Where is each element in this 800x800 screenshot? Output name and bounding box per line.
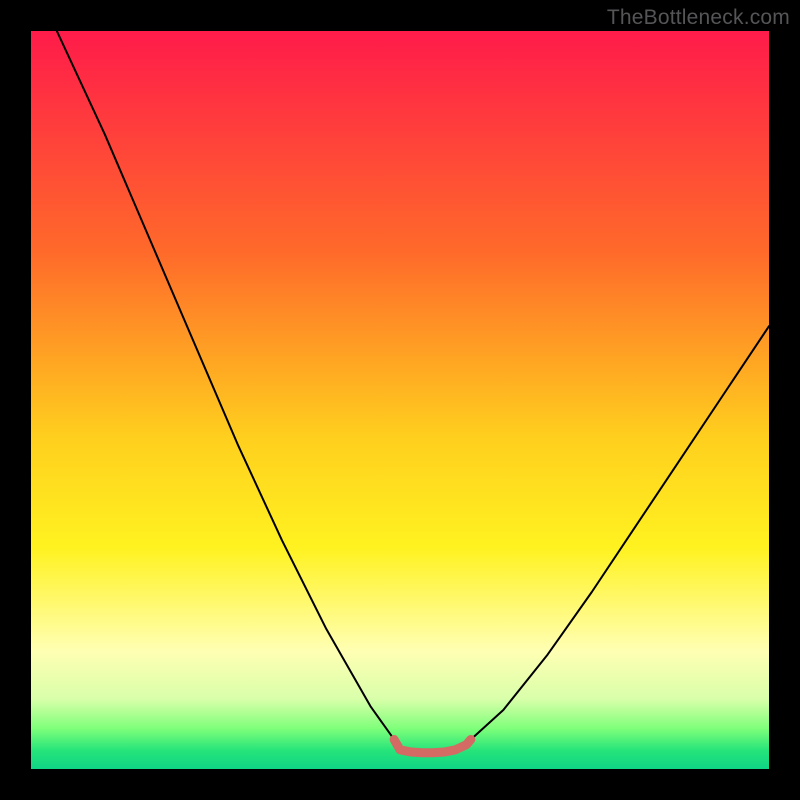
- curve-layer: [31, 31, 769, 769]
- chart-canvas: TheBottleneck.com: [0, 0, 800, 800]
- watermark-label: TheBottleneck.com: [607, 6, 790, 30]
- series-curve-left: [57, 31, 394, 739]
- series-curve-right: [471, 326, 769, 739]
- plot-area: [31, 31, 769, 769]
- series-flat-segment: [394, 739, 471, 752]
